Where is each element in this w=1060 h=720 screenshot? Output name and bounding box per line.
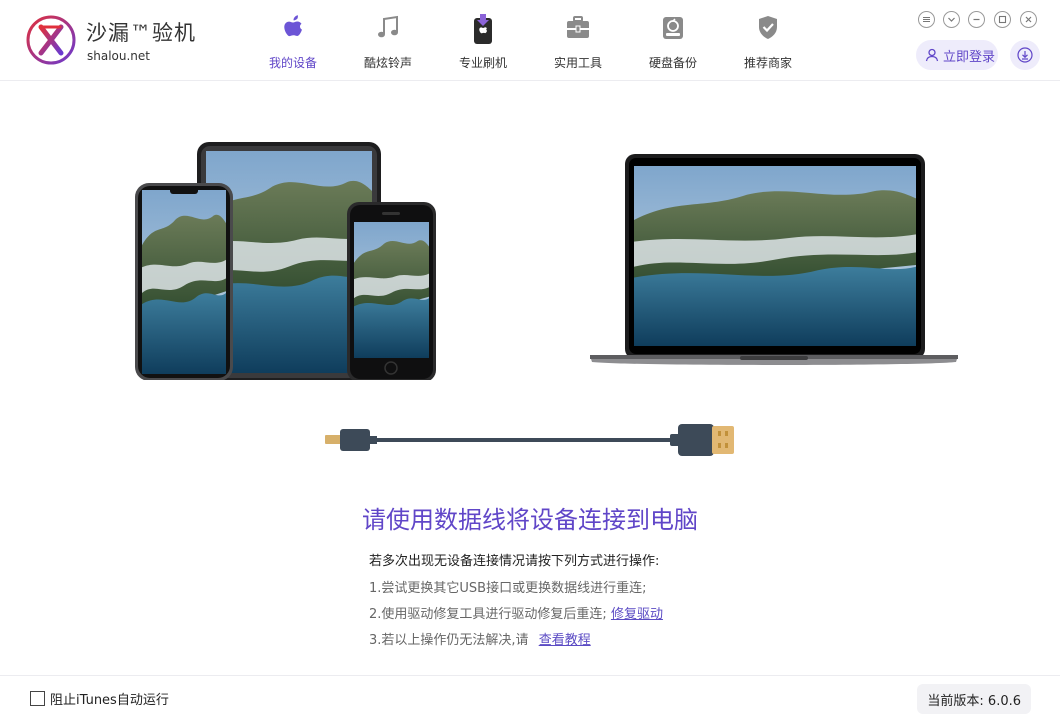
- version-badge: 当前版本: 6.0.6: [917, 684, 1031, 714]
- toolbox-icon: [567, 16, 589, 38]
- tip-3-text: 3.若以上操作仍无法解决,请: [369, 633, 529, 648]
- nav-label: 专业刷机: [458, 56, 507, 70]
- music-note-icon: [378, 15, 398, 38]
- close-icon: [1025, 16, 1032, 23]
- dropdown-button[interactable]: [943, 11, 960, 28]
- block-itunes-label: 阻止iTunes自动运行: [50, 693, 169, 708]
- nav-label: 推荐商家: [743, 56, 792, 70]
- brand-name: 沙漏™验机: [86, 21, 196, 45]
- nav-recommended-sellers[interactable]: 推荐商家: [728, 12, 808, 72]
- nav-my-devices[interactable]: 我的设备: [253, 12, 333, 72]
- block-itunes-checkbox[interactable]: 阻止iTunes自动运行: [30, 689, 169, 708]
- view-tutorial-link[interactable]: 查看教程: [539, 633, 591, 648]
- nav-ringtones[interactable]: 酷炫铃声: [348, 12, 428, 72]
- apple-icon: [284, 15, 302, 37]
- connect-device-headline: 请使用数据线将设备连接到电脑: [362, 506, 698, 534]
- repair-driver-link[interactable]: 修复驱动: [611, 607, 663, 622]
- header-bar: 沙漏™验机 shalou.net 我的设备 酷炫铃声 专业刷机 实用工具 硬盘备…: [0, 0, 1060, 81]
- download-icon: [1017, 47, 1033, 63]
- dropdown-icon: [948, 17, 955, 22]
- tip-1: 1.尝试更换其它USB接口或更换数据线进行重连;: [369, 581, 647, 596]
- nav-disk-backup[interactable]: 硬盘备份: [633, 12, 713, 72]
- user-icon: [925, 48, 939, 62]
- nav-flash[interactable]: 专业刷机: [443, 12, 523, 72]
- nav-tools[interactable]: 实用工具: [538, 12, 618, 72]
- app-window: 沙漏™验机 shalou.net 我的设备 酷炫铃声 专业刷机 实用工具 硬盘备…: [0, 0, 1060, 720]
- brand-url: shalou.net: [87, 49, 150, 63]
- phone-flash-icon: [474, 14, 492, 44]
- nav-label: 酷炫铃声: [363, 56, 412, 70]
- minimize-button[interactable]: [968, 11, 985, 28]
- troubleshooting-tips: 若多次出现无设备连接情况请按下列方式进行操作: 1.尝试更换其它USB接口或更换…: [369, 550, 869, 655]
- login-button[interactable]: 立即登录: [916, 40, 998, 70]
- download-button[interactable]: [1010, 40, 1040, 70]
- maximize-icon: [998, 15, 1007, 24]
- tip-3: 3.若以上操作仍无法解决,请 查看教程: [369, 629, 869, 648]
- tips-title: 若多次出现无设备连接情况请按下列方式进行操作:: [369, 554, 660, 569]
- devices-illustration: [135, 142, 958, 380]
- minimize-icon: [973, 18, 980, 21]
- nav-label: 硬盘备份: [648, 56, 697, 70]
- close-button[interactable]: [1020, 11, 1037, 28]
- tip-2: 2.使用驱动修复工具进行驱动修复后重连; 修复驱动: [369, 603, 869, 622]
- menu-icon: [923, 17, 930, 22]
- checkbox-box[interactable]: [30, 691, 45, 706]
- logo-icon: [26, 15, 76, 65]
- nav-label: 实用工具: [553, 56, 602, 70]
- login-label: 立即登录: [943, 49, 996, 65]
- menu-button[interactable]: [918, 11, 935, 28]
- nav-label: 我的设备: [268, 56, 317, 70]
- usb-cable-illustration: [325, 424, 734, 456]
- tip-2-text: 2.使用驱动修复工具进行驱动修复后重连;: [369, 607, 607, 622]
- maximize-button[interactable]: [994, 11, 1011, 28]
- disk-backup-icon: [663, 17, 683, 39]
- shield-check-icon: [759, 16, 777, 39]
- footer-bar: 阻止iTunes自动运行 当前版本: 6.0.6: [0, 675, 1060, 720]
